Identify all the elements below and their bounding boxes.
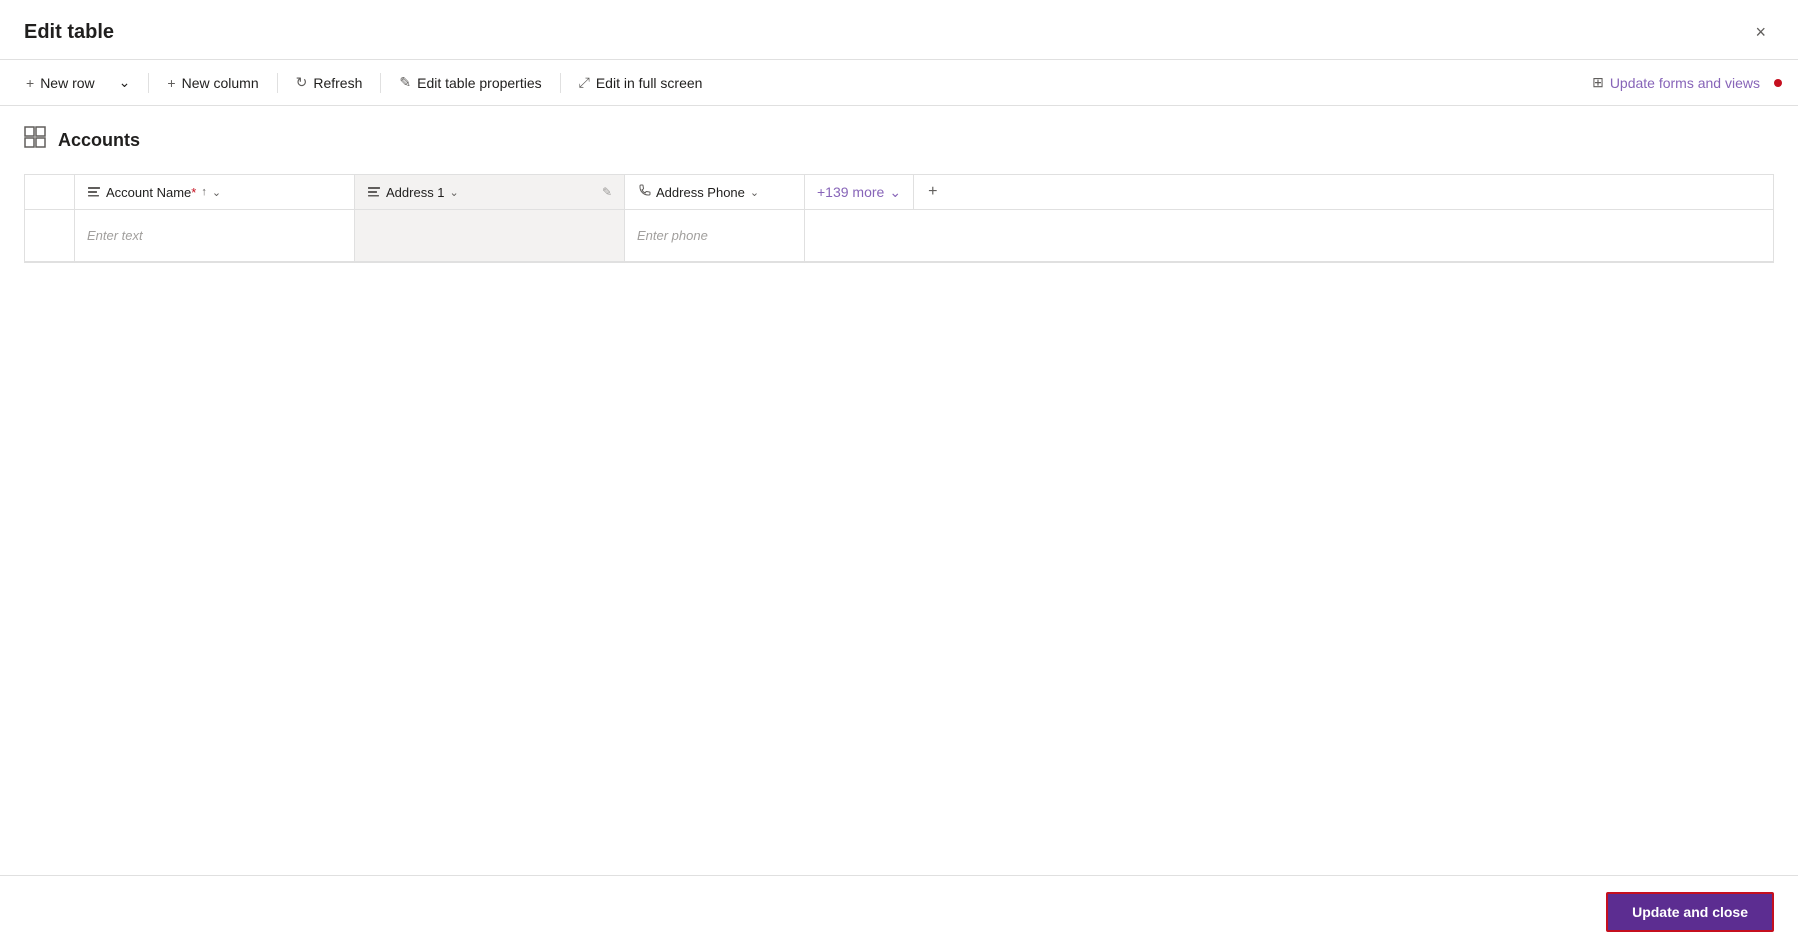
more-columns-chevron: ⌄ — [889, 184, 901, 201]
update-forms-button[interactable]: ⊞ Update forms and views — [1582, 68, 1770, 97]
edit-fullscreen-label: Edit in full screen — [596, 75, 703, 91]
add-icon: + — [928, 183, 937, 201]
table-header: Accounts — [24, 126, 1774, 154]
table-name: Accounts — [58, 130, 140, 151]
column-header-account-name[interactable]: Account Name* ↑ ⌄ — [75, 175, 355, 209]
pencil-icon: ✎ — [399, 74, 411, 91]
table-grid-icon — [24, 126, 46, 154]
table-row: Enter text Enter phone — [25, 210, 1773, 262]
address1-col-label: Address 1 — [386, 185, 445, 200]
plus-icon: + — [26, 75, 34, 91]
column-header-address1[interactable]: Address 1 ⌄ ✎ — [355, 175, 625, 209]
new-column-button[interactable]: + New column — [157, 69, 268, 97]
refresh-icon: ↻ — [296, 74, 308, 91]
address1-cell[interactable] — [355, 210, 625, 261]
data-table: Account Name* ↑ ⌄ Address 1 ⌄ — [24, 174, 1774, 263]
new-column-label: New column — [182, 75, 259, 91]
phone-col-icon — [637, 184, 651, 201]
new-row-dropdown-button[interactable]: ⌄ — [109, 68, 141, 97]
refresh-button[interactable]: ↻ Refresh — [286, 68, 373, 97]
row-number-cell — [25, 210, 75, 261]
toolbar-separator-3 — [380, 73, 381, 93]
address-phone-placeholder: Enter phone — [637, 228, 708, 243]
new-row-button[interactable]: + New row — [16, 69, 105, 97]
account-name-col-icon — [87, 184, 101, 201]
sort-asc-icon: ↑ — [201, 186, 207, 198]
account-name-chevron-icon: ⌄ — [212, 186, 221, 199]
new-row-label: New row — [40, 75, 94, 91]
close-button[interactable]: × — [1747, 18, 1774, 47]
column-header-address-phone[interactable]: Address Phone ⌄ — [625, 175, 805, 209]
expand-icon: ⤢ — [579, 74, 590, 91]
dialog-title: Edit table — [24, 21, 114, 44]
toolbar-separator-4 — [560, 73, 561, 93]
update-and-close-button[interactable]: Update and close — [1606, 892, 1774, 932]
edit-fullscreen-button[interactable]: ⤢ Edit in full screen — [569, 68, 713, 97]
row-number-header — [25, 175, 75, 209]
toolbar-right: ⊞ Update forms and views — [1582, 68, 1782, 97]
edit-col-icon[interactable]: ✎ — [602, 185, 612, 199]
dialog-title-bar: Edit table × — [0, 0, 1798, 60]
address-phone-cell[interactable]: Enter phone — [625, 210, 805, 261]
more-columns-label: +139 more — [817, 184, 884, 200]
refresh-label: Refresh — [313, 75, 362, 91]
table-head-row: Account Name* ↑ ⌄ Address 1 ⌄ — [25, 175, 1773, 210]
notification-dot — [1774, 79, 1782, 87]
address-phone-col-label: Address Phone — [656, 185, 745, 200]
more-columns-header[interactable]: +139 more ⌄ — [805, 175, 914, 209]
dialog-footer: Update and close — [0, 875, 1798, 948]
toolbar-separator-1 — [148, 73, 149, 93]
account-name-col-label: Account Name* — [106, 185, 196, 200]
chevron-down-icon: ⌄ — [119, 74, 131, 91]
address1-col-icon — [367, 184, 381, 201]
required-star: * — [191, 185, 196, 200]
update-forms-label: Update forms and views — [1610, 75, 1760, 91]
forms-icon: ⊞ — [1592, 74, 1604, 91]
add-column-button[interactable]: + — [914, 175, 951, 209]
account-name-placeholder: Enter text — [87, 228, 143, 243]
toolbar: + New row ⌄ + New column ↻ Refresh ✎ Edi… — [0, 60, 1798, 106]
edit-table-properties-label: Edit table properties — [417, 75, 542, 91]
edit-table-dialog: Edit table × + New row ⌄ + New column ↻ … — [0, 0, 1798, 948]
address1-chevron-icon: ⌄ — [450, 186, 459, 199]
content-area: Accounts Account Name* — [0, 106, 1798, 875]
toolbar-separator-2 — [277, 73, 278, 93]
edit-table-properties-button[interactable]: ✎ Edit table properties — [389, 68, 551, 97]
plus-icon-2: + — [167, 75, 175, 91]
address-phone-chevron-icon: ⌄ — [750, 186, 759, 199]
account-name-cell[interactable]: Enter text — [75, 210, 355, 261]
